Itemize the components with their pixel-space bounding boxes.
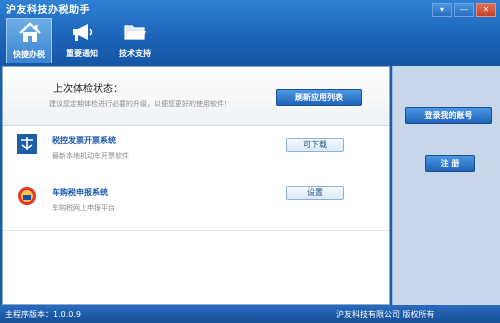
login-button[interactable]: 登录我的账号 — [405, 107, 492, 124]
tab-label: 快捷办税 — [13, 50, 45, 59]
megaphone-icon — [73, 24, 93, 41]
status-bar: 主程序版本：1.0.0.9 沪友科技有限公司 版权所有 — [0, 305, 500, 323]
download-button[interactable]: 可下载 — [286, 138, 344, 152]
refresh-app-list-button[interactable]: 刷新应用列表 — [276, 89, 362, 106]
list-item: 税控发票开票系统 最新本地机动车开票软件 可下载 — [3, 126, 389, 179]
copyright-text: 沪友科技有限公司 版权所有 — [336, 310, 435, 319]
check-status-title: 上次体检状态： — [53, 84, 123, 95]
tax-logo-icon — [17, 134, 37, 154]
window-controls: ▾ — ✕ — [432, 3, 496, 17]
app-title: 沪友科技办税助手 — [6, 5, 90, 16]
emblem-icon — [18, 187, 36, 205]
close-button[interactable]: ✕ — [476, 3, 496, 17]
register-button[interactable]: 注 册 — [425, 155, 475, 172]
title-bar-header: 沪友科技办税助手 ▾ — ✕ 快捷办税 重要通知 技术支持 — [0, 0, 500, 66]
app-name-vehicle-tax[interactable]: 车购税申报系统 — [52, 187, 108, 198]
check-status-description: 建议您定期体检进行必要的升级，以便您更好的使用软件！ — [49, 100, 231, 108]
tab-label: 重要通知 — [66, 49, 98, 58]
app-name-invoice-system[interactable]: 税控发票开票系统 — [52, 135, 116, 146]
main-content-panel: 上次体检状态： 建议您定期体检进行必要的升级，以便您更好的使用软件！ 刷新应用列… — [2, 66, 390, 305]
app-description: 车购税网上申报平台 — [52, 204, 115, 212]
folder-icon — [124, 25, 146, 40]
tab-tech-support[interactable]: 技术支持 — [112, 18, 158, 63]
home-icon — [19, 22, 41, 42]
app-description: 最新本地机动车开票软件 — [52, 152, 129, 160]
settings-button[interactable]: 设置 — [286, 186, 344, 200]
menu-dropdown-button[interactable]: ▾ — [432, 3, 452, 17]
tab-quick-tax[interactable]: 快捷办税 — [6, 18, 52, 63]
tab-notices[interactable]: 重要通知 — [59, 18, 105, 63]
health-check-panel: 上次体检状态： 建议您定期体检进行必要的升级，以便您更好的使用软件！ 刷新应用列… — [3, 67, 389, 126]
version-text: 主程序版本：1.0.0.9 — [5, 310, 81, 319]
tab-label: 技术支持 — [119, 49, 151, 58]
account-sidebar: 登录我的账号 注 册 — [392, 66, 500, 305]
list-item: 车购税申报系统 车购税网上申报平台 设置 — [3, 178, 389, 231]
minimize-button[interactable]: — — [454, 3, 474, 17]
